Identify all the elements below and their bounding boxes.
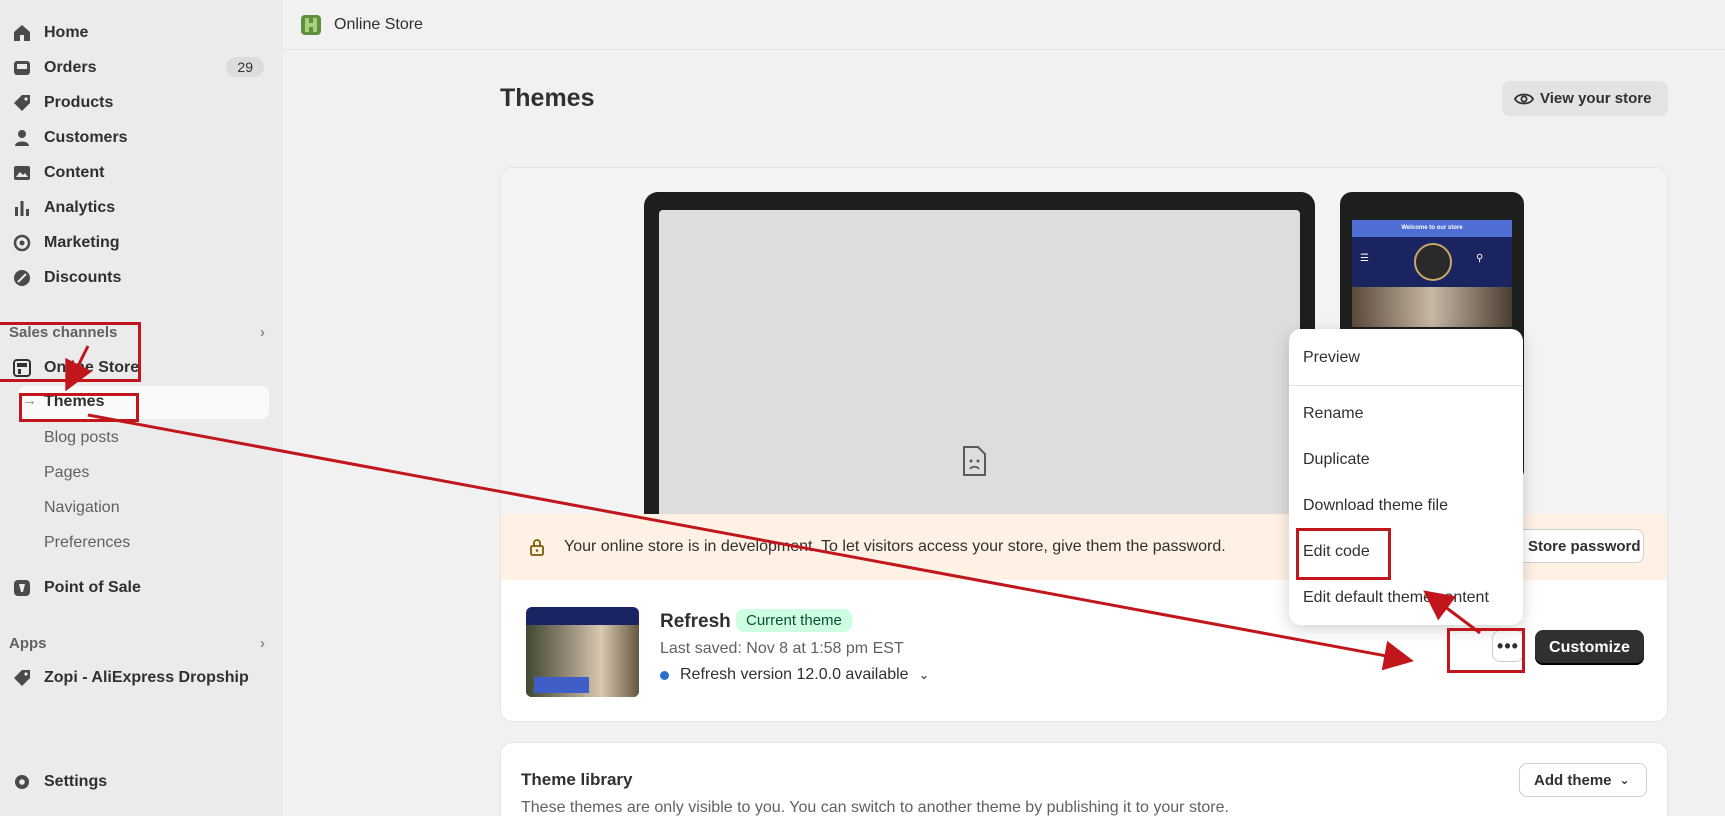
page-title: Themes bbox=[500, 84, 595, 112]
customize-button[interactable]: Customize bbox=[1535, 630, 1644, 665]
theme-thumbnail bbox=[526, 607, 639, 697]
sidebar-item-label: Content bbox=[44, 164, 105, 181]
sidebar-item-label: Products bbox=[44, 94, 114, 111]
eye-icon bbox=[1514, 93, 1534, 104]
desktop-preview bbox=[644, 192, 1315, 522]
theme-thumbnail-caption bbox=[534, 677, 589, 693]
home-icon bbox=[11, 22, 33, 44]
broken-file-icon bbox=[963, 446, 986, 476]
orders-count-badge: 29 bbox=[226, 57, 264, 77]
phone-banner: Welcome to our store bbox=[1352, 220, 1512, 237]
sidebar-item-label: Orders bbox=[44, 59, 97, 76]
sidebar-item-zopi-app[interactable]: Zopi - AliExpress Dropship bbox=[0, 663, 270, 693]
phone-hero-image bbox=[1352, 287, 1512, 327]
view-store-button[interactable]: View your store bbox=[1502, 81, 1668, 116]
sidebar-item-label: Discounts bbox=[44, 269, 122, 286]
discount-icon bbox=[11, 267, 33, 289]
sidebar-item-label: Analytics bbox=[44, 199, 116, 216]
menu-divider bbox=[1289, 385, 1523, 386]
sidebar-item-marketing[interactable]: Marketing bbox=[0, 228, 270, 258]
sidebar-item-label: Marketing bbox=[44, 234, 120, 251]
annotation-box-themes bbox=[19, 393, 139, 422]
sidebar-item-products[interactable]: Products bbox=[0, 88, 270, 118]
tag-icon bbox=[11, 92, 33, 114]
sidebar-item-settings[interactable]: Settings bbox=[0, 767, 270, 797]
sidebar-item-home[interactable]: Home bbox=[0, 18, 270, 48]
apps-label: Apps bbox=[9, 635, 47, 652]
sidebar-item-content[interactable]: Content bbox=[0, 158, 270, 188]
store-password-button[interactable]: Store password bbox=[1517, 529, 1644, 563]
sidebar-item-blog-posts[interactable]: Blog posts bbox=[44, 429, 119, 447]
version-text: Refresh version 12.0.0 available bbox=[680, 666, 909, 683]
view-store-label: View your store bbox=[1540, 90, 1652, 107]
add-theme-button[interactable]: Add theme ⌄ bbox=[1519, 763, 1647, 797]
sidebar-item-preferences[interactable]: Preferences bbox=[44, 534, 130, 552]
add-theme-label: Add theme bbox=[1534, 771, 1612, 789]
sidebar-item-label: Point of Sale bbox=[44, 579, 141, 596]
chevron-right-icon: › bbox=[260, 324, 265, 341]
annotation-box-more-actions bbox=[1447, 628, 1525, 673]
menu-item-rename[interactable]: Rename bbox=[1303, 405, 1363, 423]
chevron-right-icon: › bbox=[260, 635, 265, 652]
annotation-box-edit-code bbox=[1296, 528, 1391, 580]
current-theme-badge: Current theme bbox=[736, 609, 852, 632]
target-icon bbox=[11, 232, 33, 254]
chevron-down-icon: ⌄ bbox=[918, 667, 930, 682]
chevron-down-icon: ⌄ bbox=[1619, 773, 1630, 787]
info-dot-icon bbox=[660, 670, 669, 680]
bar-chart-icon bbox=[11, 197, 33, 219]
sidebar-item-label: Customers bbox=[44, 129, 128, 146]
online-store-logo-icon bbox=[301, 14, 321, 35]
apps-header[interactable]: Apps › bbox=[9, 635, 265, 652]
top-bar: Online Store bbox=[283, 0, 1725, 50]
theme-actions-menu: Preview Rename Duplicate Download theme … bbox=[1289, 329, 1523, 625]
orders-icon bbox=[11, 57, 33, 79]
sidebar-item-label: Zopi - AliExpress Dropship bbox=[44, 669, 249, 686]
desktop-preview-screen bbox=[659, 210, 1300, 522]
lock-icon bbox=[530, 539, 544, 556]
menu-item-edit-default-theme-content[interactable]: Edit default theme content bbox=[1303, 589, 1489, 607]
sidebar-item-customers[interactable]: Customers bbox=[0, 123, 270, 153]
sidebar-item-orders[interactable]: Orders 29 bbox=[0, 53, 270, 83]
theme-library-card: Theme library These themes are only visi… bbox=[500, 742, 1668, 816]
last-saved-text: Last saved: Nov 8 at 1:58 pm EST bbox=[660, 640, 904, 657]
search-icon: ⚲ bbox=[1476, 253, 1484, 264]
gear-icon bbox=[11, 771, 33, 793]
phone-header: ☰ ⚲ bbox=[1352, 237, 1512, 287]
store-logo-image bbox=[1414, 243, 1452, 281]
theme-library-description: These themes are only visible to you. Yo… bbox=[521, 799, 1229, 816]
theme-library-title: Theme library bbox=[521, 770, 633, 789]
sidebar-item-discounts[interactable]: Discounts bbox=[0, 263, 270, 293]
version-available[interactable]: Refresh version 12.0.0 available ⌄ bbox=[660, 666, 929, 684]
annotation-box-sales-channels bbox=[0, 322, 141, 382]
menu-icon: ☰ bbox=[1360, 253, 1369, 264]
app-tag-icon bbox=[11, 667, 33, 689]
sidebar-item-analytics[interactable]: Analytics bbox=[0, 193, 270, 223]
sidebar-item-pages[interactable]: Pages bbox=[44, 464, 89, 482]
sidebar-item-label: Home bbox=[44, 24, 89, 41]
person-icon bbox=[11, 127, 33, 149]
sidebar-item-label: Settings bbox=[44, 773, 108, 790]
menu-item-preview[interactable]: Preview bbox=[1303, 349, 1360, 367]
menu-item-download-theme-file[interactable]: Download theme file bbox=[1303, 497, 1448, 515]
password-banner-text: Your online store is in development. To … bbox=[564, 538, 1226, 555]
theme-name: Refresh bbox=[660, 611, 731, 632]
image-icon bbox=[11, 162, 33, 184]
topbar-title: Online Store bbox=[334, 15, 423, 33]
pos-icon bbox=[11, 577, 33, 599]
sidebar-item-point-of-sale[interactable]: Point of Sale bbox=[0, 573, 270, 603]
sidebar-item-navigation[interactable]: Navigation bbox=[44, 499, 120, 517]
menu-item-duplicate[interactable]: Duplicate bbox=[1303, 451, 1370, 469]
